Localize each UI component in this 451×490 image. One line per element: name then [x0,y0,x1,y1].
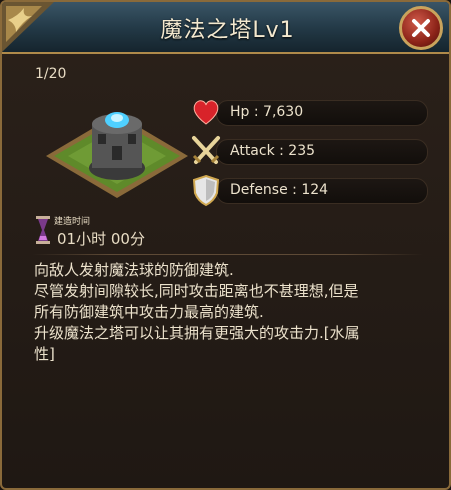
build-time-label: 建造时间 [54,217,91,227]
description-line: 向敌人发射魔法球的防御建筑. [34,261,234,279]
close-button[interactable] [399,6,443,50]
level-progress: 1/20 [35,66,67,82]
shield-icon [192,174,220,207]
hp-stat: Hp : 7,630 [190,95,428,129]
page-title: 魔法之塔Lv1 [160,18,295,43]
crossed-swords-icon [192,136,220,164]
hourglass-icon [36,216,50,244]
divider [32,254,423,255]
heart-icon [193,100,219,125]
building-info-panel: 魔法之塔Lv1 1/20 Hp : 7,630 Attack: 235 Def… [0,0,451,490]
attack-value: Attack : 235 [230,143,316,159]
defense-value: Defense : 124 [230,182,329,198]
description-text: 向敌人发射魔法球的防御建筑. 尽管发射间隙较长,同时攻击距离也不甚理想,但是 所… [34,260,429,365]
close-icon [412,19,430,37]
build-time-value: 01小时 00分 [57,230,145,248]
description-line: 尽管发射间隙较长,同时攻击距离也不甚理想,但是 [34,282,359,300]
description-line: 所有防御建筑中攻击力最高的建筑. [34,303,264,321]
description-line: 升级魔法之塔可以让其拥有更强大的攻击力.[水属 [34,324,360,342]
title-bar: 魔法之塔Lv1 [2,2,449,54]
defense-stat: Defense : 124 [190,173,428,207]
magic-tower-image [46,112,188,198]
attack-stat: Attack : 235 [190,134,428,168]
description-line: 性] [34,345,55,363]
hp-value: Hp : 7,630 [230,104,304,120]
